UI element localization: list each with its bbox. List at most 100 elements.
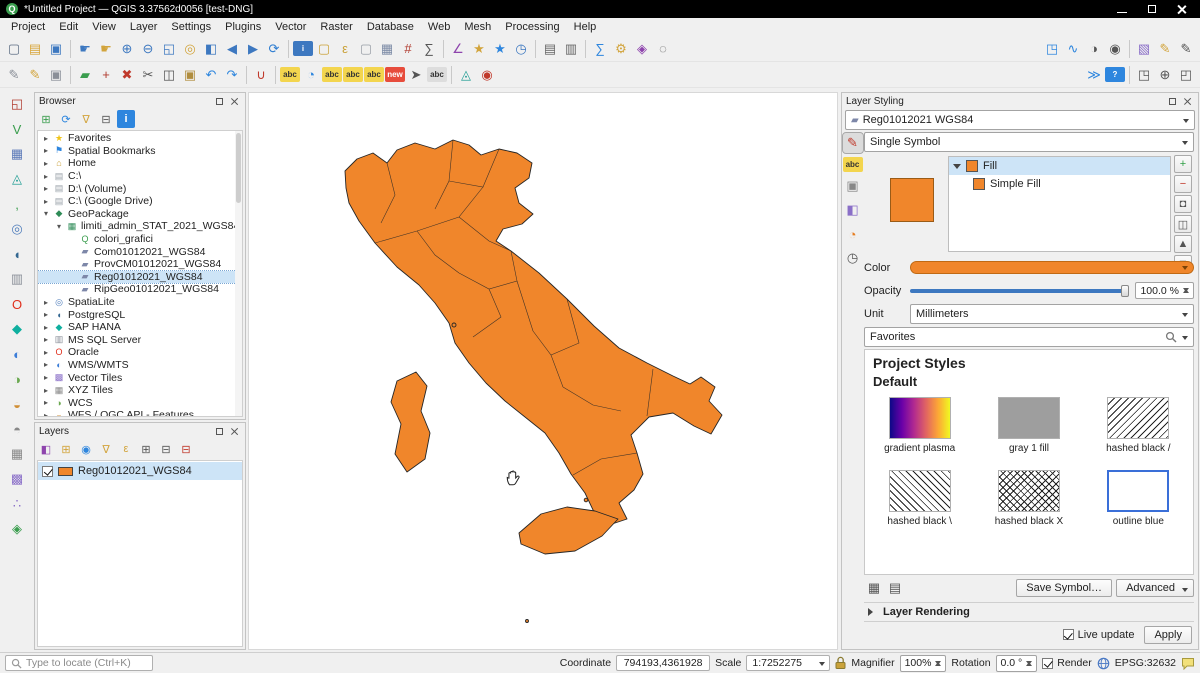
mask-tab-icon[interactable]: ▣ bbox=[843, 176, 863, 196]
georeferencer-icon[interactable]: ◳ bbox=[1042, 39, 1062, 59]
pin-labels-icon[interactable]: ➤ bbox=[406, 65, 426, 85]
minimize-icon[interactable] bbox=[1116, 3, 1128, 15]
add-point-cloud-layer-icon[interactable]: ∴ bbox=[7, 494, 27, 514]
live-update-checkbox[interactable]: Live update bbox=[1063, 629, 1135, 641]
layer-rendering-section[interactable]: Layer Rendering bbox=[864, 602, 1194, 622]
browser-item-spatial-bookmarks[interactable]: ▸⚑Spatial Bookmarks bbox=[38, 145, 242, 158]
browser-item-ripgeo01012021-wgs84[interactable]: ▰RipGeo01012021_WGS84 bbox=[38, 283, 242, 296]
menu-item-help[interactable]: Help bbox=[567, 19, 604, 35]
history-tab-icon[interactable]: ◷ bbox=[843, 248, 863, 268]
menu-item-vector[interactable]: Vector bbox=[268, 19, 313, 35]
lock-symbol-layer-icon[interactable]: ◘ bbox=[1174, 195, 1192, 213]
temporal-controller-icon[interactable]: ◷ bbox=[511, 39, 531, 59]
expand-arrow-icon[interactable]: ▸ bbox=[42, 310, 50, 319]
browser-item-c[interactable]: ▸▤C:\ bbox=[38, 170, 242, 183]
osm-place-search-icon[interactable]: ◌ bbox=[653, 39, 673, 59]
styling-layer-combo[interactable]: ▰ Reg01012021 WGS84 bbox=[845, 110, 1195, 130]
browser-item-oracle[interactable]: ▸OOracle bbox=[38, 346, 242, 359]
expand-arrow-icon[interactable]: ▸ bbox=[42, 298, 50, 307]
style-gradient-plasma[interactable]: gradient plasma bbox=[867, 397, 972, 454]
browser-scrollbar[interactable] bbox=[235, 131, 242, 416]
cut-features-icon[interactable]: ✂ bbox=[138, 65, 158, 85]
styling-close-icon[interactable] bbox=[1182, 95, 1194, 107]
browser-item-c-google-drive[interactable]: ▸▤C:\ (Google Drive) bbox=[38, 195, 242, 208]
zoom-full-icon[interactable]: ◱ bbox=[159, 39, 179, 59]
add-postgis-layer-icon[interactable]: ◖ bbox=[7, 244, 27, 264]
layer-diagram-options-icon[interactable]: ◔ bbox=[301, 65, 321, 85]
advanced-button[interactable]: Advanced bbox=[1116, 579, 1194, 597]
new-print-layout-icon[interactable]: ▤ bbox=[540, 39, 560, 59]
style-hashed-black[interactable]: hashed black / bbox=[1086, 397, 1191, 454]
zoom-next-icon[interactable]: ▶ bbox=[243, 39, 263, 59]
expand-arrow-icon[interactable]: ▸ bbox=[42, 172, 50, 181]
expand-arrow-icon[interactable]: ▸ bbox=[42, 348, 50, 357]
remove-symbol-layer-icon[interactable]: − bbox=[1174, 175, 1192, 193]
zoom-to-layer-icon[interactable]: ◧ bbox=[201, 39, 221, 59]
layer-item-reg01012021-wgs84[interactable]: Reg01012021_WGS84 bbox=[38, 462, 242, 480]
zoom-out-icon[interactable]: ⊖ bbox=[138, 39, 158, 59]
save-project-icon[interactable]: ▣ bbox=[46, 39, 66, 59]
select-by-expression-icon[interactable]: ε bbox=[335, 39, 355, 59]
browser-item-geopackage[interactable]: ▾◆GeoPackage bbox=[38, 208, 242, 221]
expand-arrow-icon[interactable]: ▾ bbox=[55, 222, 63, 231]
expand-all-icon[interactable]: ⊞ bbox=[137, 440, 155, 458]
lock-scale-icon[interactable] bbox=[835, 656, 846, 670]
statistical-summary-icon[interactable]: ∑ bbox=[419, 39, 439, 59]
delete-selected-icon[interactable]: ✖ bbox=[117, 65, 137, 85]
expand-arrow-icon[interactable]: ▸ bbox=[42, 146, 50, 155]
style-icon-view-icon[interactable]: ▦ bbox=[864, 578, 884, 598]
close-icon[interactable] bbox=[1176, 3, 1188, 15]
add-polygon-feature-icon[interactable]: ▰ bbox=[75, 65, 95, 85]
copy-features-icon[interactable]: ◫ bbox=[159, 65, 179, 85]
pan-map-icon[interactable]: ☛ bbox=[75, 39, 95, 59]
browser-item-home[interactable]: ▸⌂Home bbox=[38, 157, 242, 170]
expand-arrow-icon[interactable]: ▸ bbox=[42, 323, 50, 332]
browser-close-icon[interactable] bbox=[229, 95, 241, 107]
add-xyz-layer-icon[interactable]: ▦ bbox=[7, 444, 27, 464]
remove-layer-icon[interactable]: ⊟ bbox=[177, 440, 195, 458]
menu-item-view[interactable]: View bbox=[85, 19, 123, 35]
expand-arrow-icon[interactable]: ▸ bbox=[42, 386, 50, 395]
style-manager-icon[interactable]: ◈ bbox=[632, 39, 652, 59]
browser-item-vector-tiles[interactable]: ▸▩Vector Tiles bbox=[38, 371, 242, 384]
add-mssql-layer-icon[interactable]: ▥ bbox=[7, 269, 27, 289]
expand-arrow-icon[interactable]: ▸ bbox=[42, 197, 50, 206]
scale-combo[interactable]: 1:7252275 bbox=[746, 655, 830, 671]
deselect-all-icon[interactable]: ▢ bbox=[356, 39, 376, 59]
style-hashed-black-x[interactable]: hashed black X bbox=[976, 470, 1081, 527]
select-features-icon[interactable]: ▢ bbox=[314, 39, 334, 59]
open-data-source-manager-icon[interactable]: ◱ bbox=[7, 94, 27, 114]
browser-item-ms-sql-server[interactable]: ▸▥MS SQL Server bbox=[38, 334, 242, 347]
style-hashed-black[interactable]: hashed black \ bbox=[867, 470, 972, 527]
browser-item-wfs-ogc-api-features[interactable]: ▸◒WFS / OGC API - Features bbox=[38, 409, 242, 417]
paste-features-icon[interactable]: ▣ bbox=[180, 65, 200, 85]
styling-undock-icon[interactable] bbox=[1166, 95, 1178, 107]
expand-arrow-icon[interactable] bbox=[953, 164, 961, 173]
browser-item-colori-grafici[interactable]: Qcolori_grafici bbox=[38, 233, 242, 246]
layer-visibility-checkbox[interactable] bbox=[42, 466, 53, 477]
browser-item-postgresql[interactable]: ▸◖PostgreSQL bbox=[38, 308, 242, 321]
browser-item-provcm01012021-wgs84[interactable]: ▰ProvCM01012021_WGS84 bbox=[38, 258, 242, 271]
filter-by-expression-icon[interactable]: ε bbox=[117, 440, 135, 458]
add-virtual-layer-icon[interactable]: ◈ bbox=[7, 519, 27, 539]
menu-item-layer[interactable]: Layer bbox=[123, 19, 165, 35]
filter-legend-icon[interactable]: ∇ bbox=[97, 440, 115, 458]
snapping-options-icon[interactable]: ∪ bbox=[251, 65, 271, 85]
menu-item-web[interactable]: Web bbox=[421, 19, 457, 35]
view-3d-tab-icon[interactable]: ◧ bbox=[843, 200, 863, 220]
magnifier-tool-icon[interactable]: ⊕ bbox=[1155, 65, 1175, 85]
locator-input[interactable]: Type to locate (Ctrl+K) bbox=[5, 655, 153, 671]
open-project-icon[interactable]: ▤ bbox=[25, 39, 45, 59]
menu-item-mesh[interactable]: Mesh bbox=[457, 19, 498, 35]
expand-arrow-icon[interactable]: ▸ bbox=[42, 360, 50, 369]
opacity-spinbox[interactable]: 100.0 % bbox=[1135, 282, 1194, 299]
layer-labeling-options-icon[interactable]: abc bbox=[280, 67, 300, 82]
browser-item-limiti-admin-stat-2021-wgs84-gpkg[interactable]: ▾▦limiti_admin_STAT_2021_WGS84.gpkg bbox=[38, 220, 242, 233]
map-canvas[interactable] bbox=[248, 92, 838, 650]
browser-item-wms-wmts[interactable]: ▸◐WMS/WMTS bbox=[38, 359, 242, 372]
layers-undock-icon[interactable] bbox=[213, 425, 225, 437]
save-symbol-button[interactable]: Save Symbol… bbox=[1016, 579, 1112, 597]
menu-item-settings[interactable]: Settings bbox=[164, 19, 218, 35]
field-calculator-icon[interactable]: # bbox=[398, 39, 418, 59]
magnifier-spinbox[interactable]: 100% bbox=[900, 655, 947, 672]
